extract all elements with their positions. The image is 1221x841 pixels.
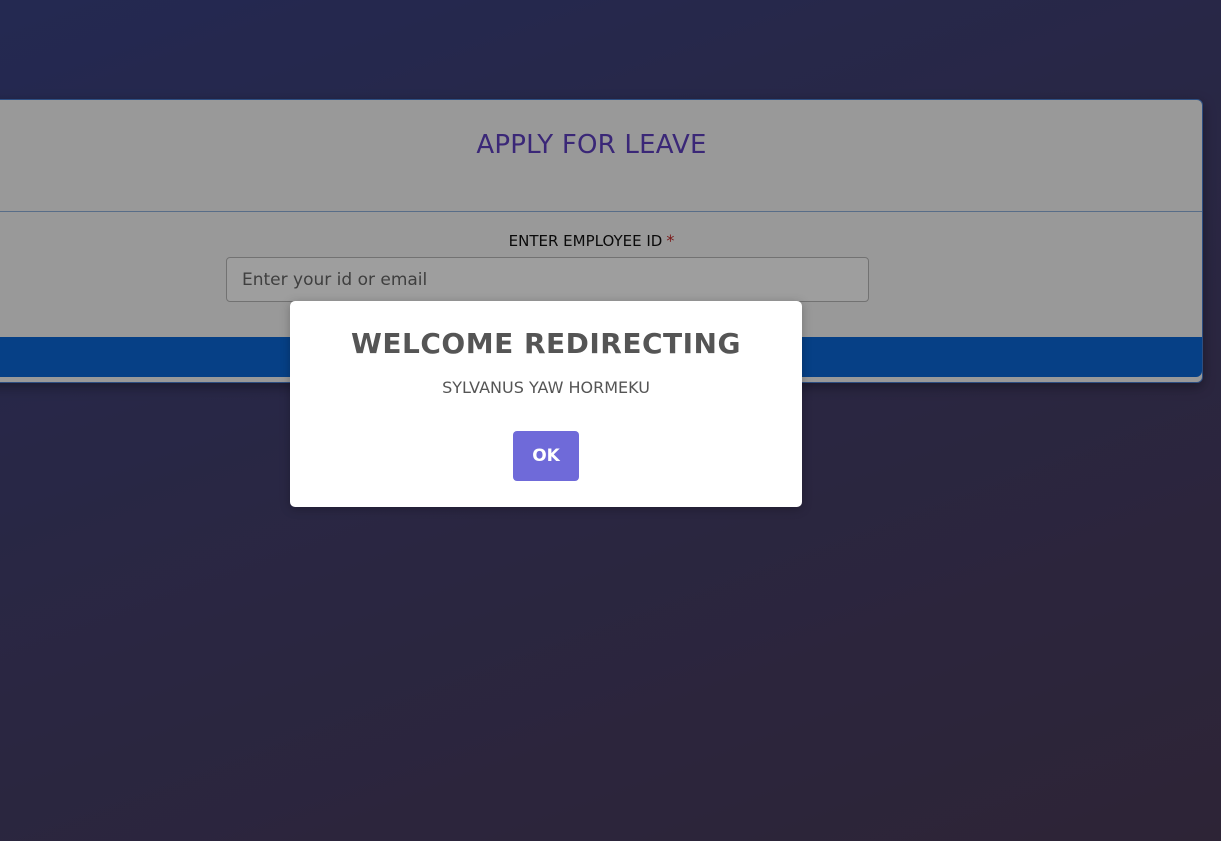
dialog-message: SYLVANUS YAW HORMEKU: [442, 378, 650, 397]
welcome-dialog: WELCOME REDIRECTING SYLVANUS YAW HORMEKU…: [290, 301, 802, 507]
ok-button[interactable]: OK: [513, 431, 579, 481]
dialog-title: WELCOME REDIRECTING: [351, 327, 741, 360]
